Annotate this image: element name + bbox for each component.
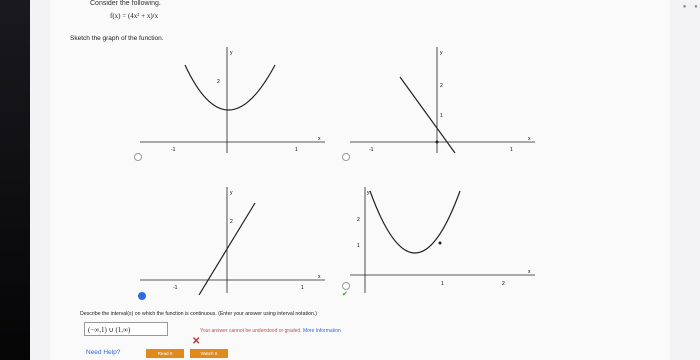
curve [184, 64, 276, 111]
function-formula: f(x) = (4x² + x)/x [110, 12, 159, 20]
assignment-page: Consider the following. f(x) = (4x² + x)… [50, 0, 670, 360]
y-axis-label: y [367, 190, 370, 196]
tick-label: 2 [502, 281, 505, 287]
tick-label: 1 [441, 281, 444, 287]
graph-option-3[interactable]: y x 2 -1 1 [135, 185, 335, 295]
x-axis-label: x [318, 274, 321, 280]
y-axis-label: y [230, 190, 233, 196]
tick-label: 2 [440, 83, 443, 89]
sketch-prompt: Sketch the graph of the function. [70, 35, 164, 42]
interval-question: Describe the interval(s) on which the fu… [80, 311, 318, 317]
y-axis-label: y [440, 50, 443, 56]
interval-answer-input[interactable]: (−∞,1) ∪ (1,∞) [84, 322, 168, 336]
graph-option-4[interactable]: y x 2 1 1 2 [345, 185, 545, 295]
tick-label: -1 [173, 285, 178, 291]
tick-label: 1 [440, 113, 443, 119]
tick-label: 2 [217, 79, 220, 85]
y-axis-label: y [230, 50, 233, 56]
graph-option-2-radio[interactable] [342, 153, 350, 161]
feedback-message: Your answer cannot be understood or grad… [200, 328, 341, 334]
point [438, 241, 442, 245]
graph-option-1[interactable]: y x 2 -1 1 [135, 45, 335, 155]
tick-label: 2 [357, 217, 360, 223]
window-controls: ● ● ● [682, 4, 700, 10]
x-axis-label: x [528, 269, 531, 275]
curve [369, 190, 461, 254]
graph-option-3-radio[interactable] [138, 292, 146, 300]
screen-bezel [0, 0, 30, 360]
read-it-button[interactable]: Read It [146, 349, 184, 358]
watch-it-button[interactable]: Watch It [190, 349, 228, 358]
tick-label: 1 [357, 243, 360, 249]
tick-label: 2 [230, 219, 233, 225]
need-help-label: Need Help? [86, 349, 121, 356]
tick-label: 1 [301, 285, 304, 291]
browser-screen: Consider the following. f(x) = (4x² + x)… [30, 0, 700, 360]
problem-header: Consider the following. [90, 0, 161, 7]
tick-label: -1 [369, 147, 374, 153]
more-information-link[interactable]: More Information [303, 328, 341, 334]
tick-label: -1 [171, 147, 176, 153]
x-axis-label: x [318, 136, 321, 142]
x-axis-label: x [528, 136, 531, 142]
graph-option-2[interactable]: y x 2 1 -1 1 [345, 45, 545, 155]
feedback-text: Your answer cannot be understood or grad… [200, 328, 302, 334]
correct-check-icon: ✔ [342, 291, 348, 298]
incorrect-x-icon: ✕ [192, 336, 201, 347]
graph-option-1-radio[interactable] [134, 153, 142, 161]
tick-label: 1 [295, 147, 298, 153]
tick-label: 1 [510, 147, 513, 153]
point [435, 140, 439, 144]
graph-option-4-radio[interactable] [342, 282, 350, 290]
